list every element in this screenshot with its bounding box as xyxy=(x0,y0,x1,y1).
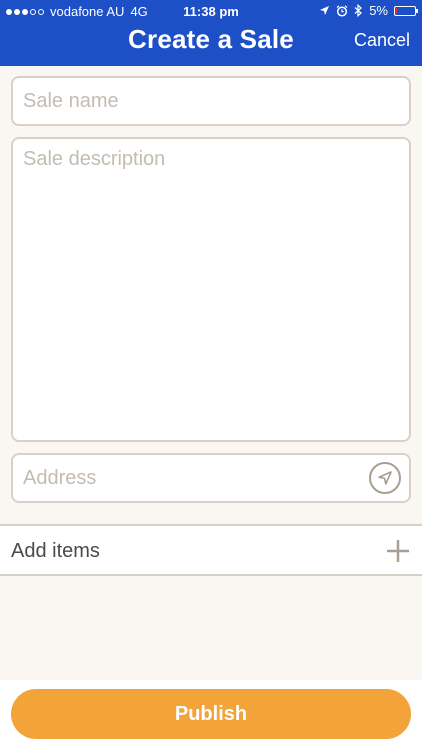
navigation-bar: vodafone AU 4G 11:38 pm 5% Create a Sale… xyxy=(0,0,422,66)
publish-button[interactable]: Publish xyxy=(11,689,411,739)
alarm-clock-icon xyxy=(336,4,348,17)
location-arrow-icon xyxy=(320,5,330,16)
battery-fill xyxy=(396,7,397,14)
sale-description-field xyxy=(11,137,411,442)
add-items-row[interactable]: Add items xyxy=(0,524,422,576)
locate-me-button[interactable] xyxy=(369,462,401,494)
add-items-label: Add items xyxy=(11,540,100,562)
sale-name-input[interactable] xyxy=(13,78,409,124)
status-right: 5% xyxy=(319,3,418,18)
cancel-button[interactable]: Cancel xyxy=(354,30,410,51)
bluetooth-icon xyxy=(354,4,363,17)
sale-description-input[interactable] xyxy=(13,139,409,439)
address-field xyxy=(11,453,411,503)
battery-icon xyxy=(394,5,418,16)
address-input[interactable] xyxy=(13,455,409,501)
sale-name-field xyxy=(11,76,411,126)
battery-percent: 5% xyxy=(369,3,388,18)
create-sale-screen: vodafone AU 4G 11:38 pm 5% Create a Sale… xyxy=(0,0,422,750)
status-bar: vodafone AU 4G 11:38 pm 5% xyxy=(0,0,422,22)
navigation-arrow-icon xyxy=(378,471,392,485)
plus-icon[interactable] xyxy=(386,539,410,563)
